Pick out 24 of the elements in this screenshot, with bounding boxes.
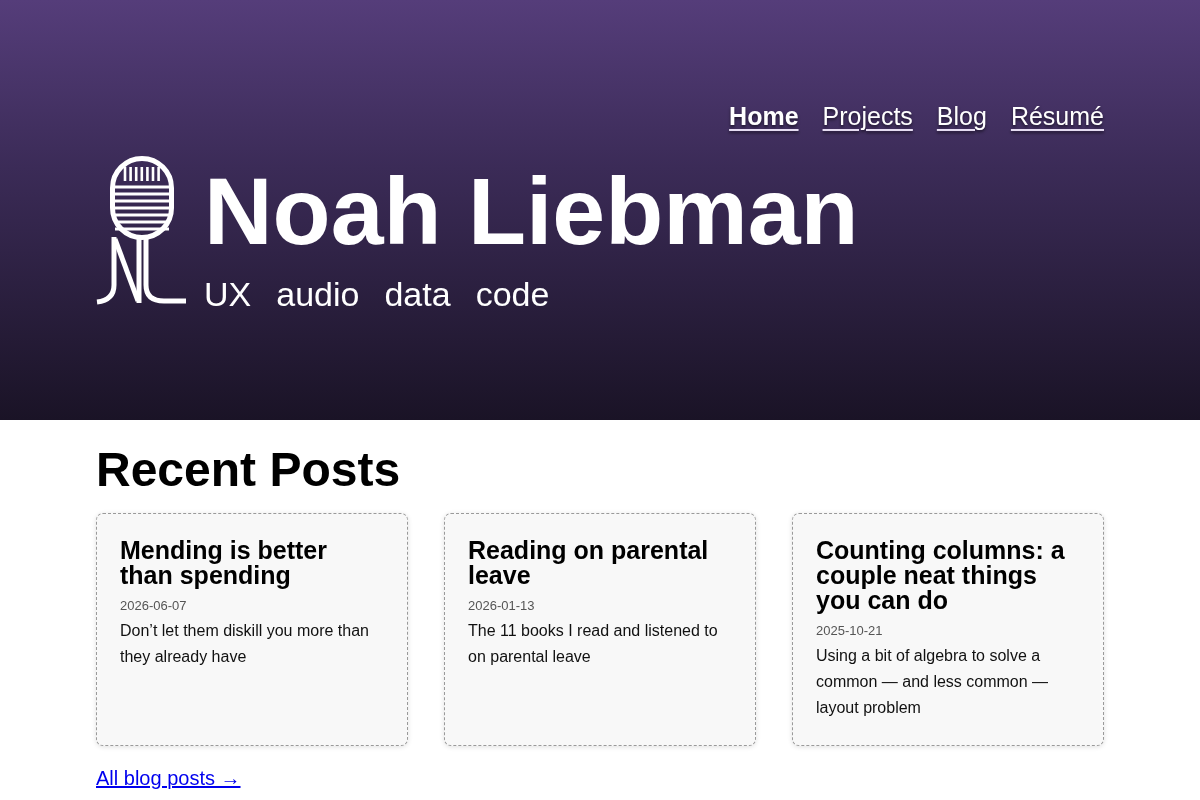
section-heading: Recent Posts xyxy=(96,442,402,498)
post-date: 2026-06-07 xyxy=(120,598,187,614)
nav-link[interactable]: Résumé xyxy=(1010,101,1104,131)
post-card[interactable]: Mending is better than spending 2026-06-07 Don’t let them diskill you more than they already have xyxy=(96,513,408,746)
post-date: 2025-10-21 xyxy=(816,623,883,639)
post-title[interactable]: Reading on parental leave xyxy=(468,538,732,588)
post-summary: The 11 books I read and listened to on parental leave xyxy=(468,621,719,667)
all-posts-link[interactable]: All blog posts → xyxy=(96,766,241,790)
post-title[interactable]: Mending is better than spending xyxy=(120,538,384,588)
nav-link[interactable]: Blog xyxy=(936,101,987,131)
post-card[interactable]: Reading on parental leave 2026-01-13 The 11 books I read and listened to on parental leave xyxy=(444,513,756,746)
tagline-word: UX xyxy=(204,277,252,311)
post-title[interactable]: Counting columns: a couple neat things you can do xyxy=(816,538,1080,613)
post-card[interactable]: Counting columns: a couple neat things you can do 2025-10-21 Using a bit of algebra to solve a common — and less common — layout problem xyxy=(792,513,1104,746)
tagline-word: data xyxy=(384,277,451,311)
post-date: 2026-01-13 xyxy=(468,598,535,614)
tagline-word: code xyxy=(475,277,550,311)
post-summary: Using a bit of algebra to solve a common — and less common — layout problem xyxy=(816,646,1050,718)
tagline-word: audio xyxy=(276,277,360,311)
nav-link[interactable]: Home xyxy=(729,101,799,131)
nav-link[interactable]: Projects xyxy=(822,101,913,131)
post-summary: Don’t let them diskill you more than they already have xyxy=(120,621,370,667)
site-title: Noah Liebman xyxy=(204,164,859,259)
microphone-logo-icon xyxy=(96,155,186,305)
